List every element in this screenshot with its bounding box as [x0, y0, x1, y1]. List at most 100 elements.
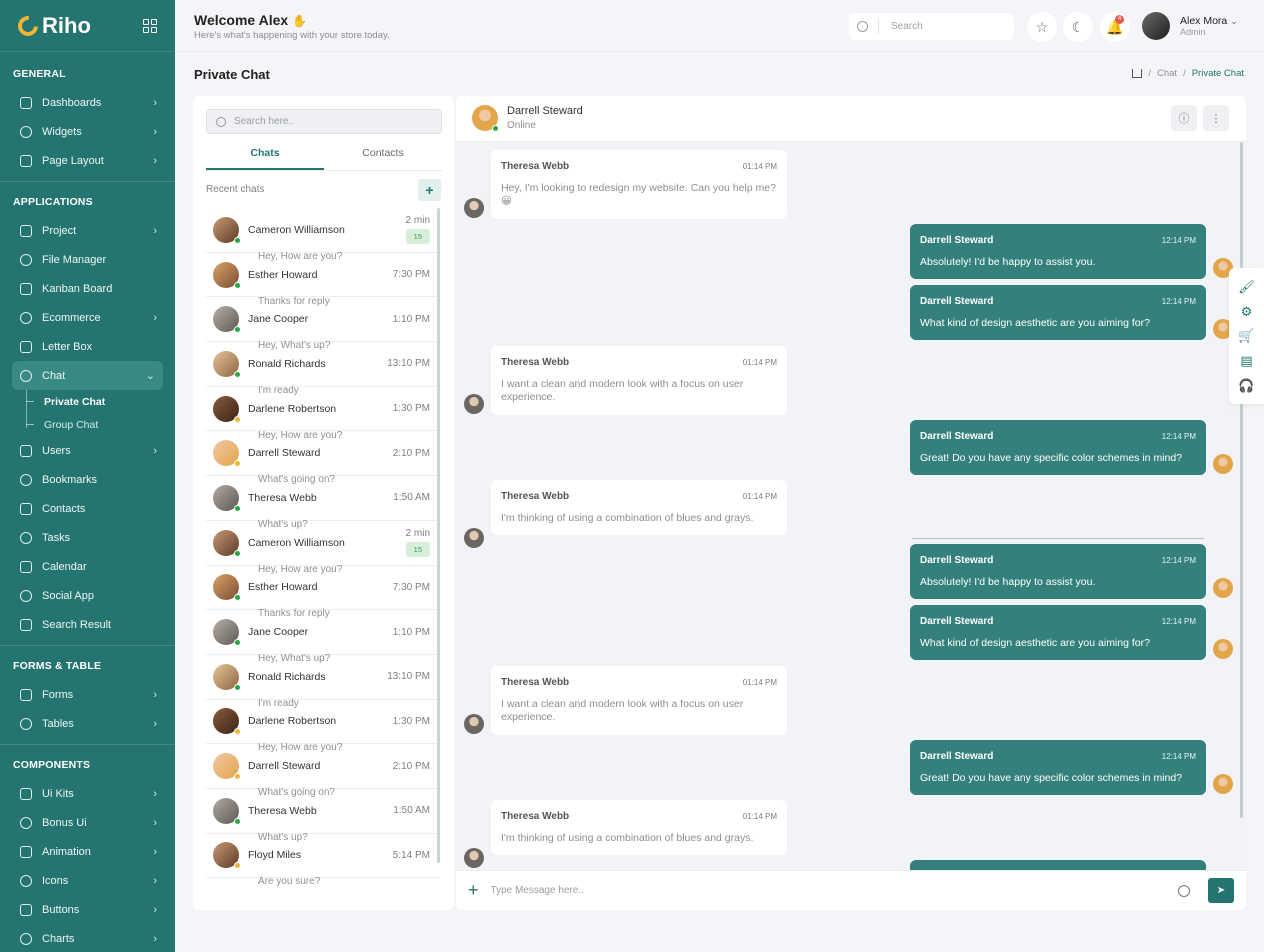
sidebar-item-label: Animation — [42, 845, 91, 858]
sidebar-item-animation[interactable]: Animation › — [0, 837, 175, 866]
message-avatar — [464, 198, 484, 218]
brand-name: Riho — [42, 12, 91, 38]
sidebar-item-label: Tables — [42, 717, 74, 730]
sidebar-item-widgets[interactable]: Widgets › — [0, 117, 175, 146]
dark-mode-button[interactable]: ☾ — [1063, 12, 1093, 42]
notifications-button[interactable]: 🔔 4 — [1100, 12, 1130, 42]
message-divider — [912, 538, 1204, 539]
contact-avatar — [213, 797, 241, 825]
grid-menu-icon[interactable] — [143, 18, 157, 33]
status-indicator — [234, 728, 241, 736]
contact-time: 7:30 PM — [392, 269, 430, 281]
tab-chats[interactable]: Chats — [206, 140, 324, 170]
sidebar-item-chat[interactable]: Chat ⌄ — [12, 361, 163, 390]
contact-time: 2 min — [405, 528, 430, 540]
chevron-right-icon: › — [153, 874, 157, 887]
sidebar-item-bonus-ui[interactable]: Bonus Ui › — [0, 808, 175, 837]
top-header: Welcome Alex ✋ Here's what's happening wi… — [175, 0, 1264, 52]
chevron-right-icon: › — [153, 816, 157, 829]
breadcrumb-chat[interactable]: Chat — [1157, 68, 1177, 79]
incoming-message: Theresa Webb 01:14 PM I want a clean and … — [491, 666, 787, 735]
message-input[interactable]: Type Message here.. — [491, 885, 1178, 896]
home-icon[interactable] — [1132, 69, 1143, 78]
headset-icon[interactable]: 🎧 — [1238, 379, 1254, 392]
message-text: I'm thinking of using a combination of b… — [501, 831, 754, 844]
contact-avatar — [213, 261, 241, 289]
status-indicator — [234, 281, 241, 289]
breadcrumb: / Chat / Private Chat — [1132, 68, 1244, 79]
send-button[interactable]: ➤ — [1208, 878, 1234, 903]
sidebar-item-page-layout[interactable]: Page Layout › — [0, 146, 175, 175]
message-author: Theresa Webb — [501, 161, 570, 172]
contact-avatar — [213, 663, 241, 691]
new-chat-button[interactable]: + — [418, 179, 441, 201]
breadcrumb-current: Private Chat — [1191, 68, 1244, 79]
sidebar-item-label: Search Result — [42, 618, 112, 631]
contact-last-message: Hey, What's up? — [258, 653, 331, 665]
message-time: 12:14 PM — [1161, 432, 1196, 441]
sidebar-item-letter-box[interactable]: Letter Box — [0, 332, 175, 361]
sidebar-item-kanban-board[interactable]: Kanban Board — [0, 274, 175, 303]
chevron-right-icon: › — [153, 787, 157, 800]
contact-avatar — [213, 306, 241, 334]
submenu-item-private-chat[interactable]: Private Chat — [26, 390, 175, 413]
list-item[interactable]: Darlene Robertson Hey, How are you? 1:30… — [206, 700, 440, 753]
brand-logo[interactable]: Riho — [13, 11, 91, 40]
kebab-menu-icon: ⋮ — [1210, 112, 1222, 125]
sidebar-item-search-result[interactable]: Search Result — [0, 610, 175, 639]
sidebar-item-charts[interactable]: Charts › — [0, 924, 175, 952]
sidebar-item-users[interactable]: Users › — [0, 436, 175, 465]
sidebar-item-forms[interactable]: Forms › — [0, 680, 175, 709]
submenu-item-group-chat[interactable]: Group Chat — [26, 413, 175, 436]
attach-plus-icon[interactable]: + — [468, 880, 479, 901]
outgoing-message: Darrell Steward 12:14 PM What kind of des… — [910, 285, 1206, 340]
tab-contacts[interactable]: Contacts — [324, 140, 442, 170]
shop-icon — [20, 311, 32, 324]
contact-avatar[interactable] — [472, 105, 499, 132]
sidebar-item-bookmarks[interactable]: Bookmarks — [0, 465, 175, 494]
message-time: 01:14 PM — [742, 358, 777, 367]
sidebar-item-ui-kits[interactable]: Ui Kits › — [0, 779, 175, 808]
search-placeholder: Search — [891, 21, 923, 32]
sidebar-item-tables[interactable]: Tables › — [0, 709, 175, 738]
contact-list-scrollbar[interactable] — [437, 208, 440, 863]
user-profile[interactable]: Alex Mora ⌄ Admin — [1142, 12, 1238, 40]
layout-icon[interactable]: ▤ — [1240, 354, 1252, 367]
sidebar-item-project[interactable]: Project › — [0, 216, 175, 245]
message-avatar — [1213, 454, 1233, 474]
info-button[interactable]: ⓘ — [1171, 105, 1197, 131]
sidebar-item-label: Social App — [42, 589, 94, 602]
contact-search-input[interactable]: Search here.. — [206, 109, 442, 134]
bookmark-star-button[interactable]: ☆ — [1027, 12, 1057, 42]
incoming-message: Theresa Webb 01:14 PM I'm thinking of usi… — [491, 480, 787, 535]
sidebar-item-file-manager[interactable]: File Manager — [0, 245, 175, 274]
sidebar-item-icons[interactable]: Icons › — [0, 866, 175, 895]
list-item[interactable]: Floyd Miles Are you sure? 5:14 PM — [206, 834, 440, 887]
sidebar-item-dashboards[interactable]: Dashboards › — [0, 88, 175, 117]
sidebar-item-calendar[interactable]: Calendar — [0, 552, 175, 581]
section-divider — [0, 181, 175, 182]
social-icon — [20, 589, 32, 602]
emoji-icon[interactable] — [1178, 884, 1190, 897]
sidebar-item-tasks[interactable]: Tasks — [0, 523, 175, 552]
kanban-icon — [20, 282, 32, 295]
more-options-button[interactable]: ⋮ — [1203, 105, 1229, 131]
status-indicator — [234, 639, 241, 647]
list-item[interactable]: Cameron Williamson Hey, How are you? 2 m… — [206, 208, 440, 262]
messages-scrollbar[interactable] — [1240, 142, 1243, 818]
contact-avatar — [213, 619, 241, 647]
sidebar-item-buttons[interactable]: Buttons › — [0, 895, 175, 924]
gear-icon[interactable]: ⚙ — [1241, 305, 1253, 318]
cart-icon[interactable]: 🛒 — [1238, 329, 1254, 342]
sidebar-item-label: Ui Kits — [42, 787, 74, 800]
list-item[interactable]: Cameron Williamson Hey, How are you? 2 m… — [206, 521, 440, 575]
message-avatar — [464, 394, 484, 414]
chevron-right-icon: › — [153, 96, 157, 109]
sidebar-item-social-app[interactable]: Social App — [0, 581, 175, 610]
list-item[interactable]: Darlene Robertson Hey, How are you? 1:30… — [206, 387, 440, 441]
header-search-input[interactable]: Search — [849, 13, 1014, 40]
sidebar-item-ecommerce[interactable]: Ecommerce › — [0, 303, 175, 332]
paint-roller-icon[interactable]: 🖌 — [1238, 280, 1255, 293]
sidebar-item-contacts[interactable]: Contacts — [0, 494, 175, 523]
message-time: 01:14 PM — [742, 492, 777, 501]
